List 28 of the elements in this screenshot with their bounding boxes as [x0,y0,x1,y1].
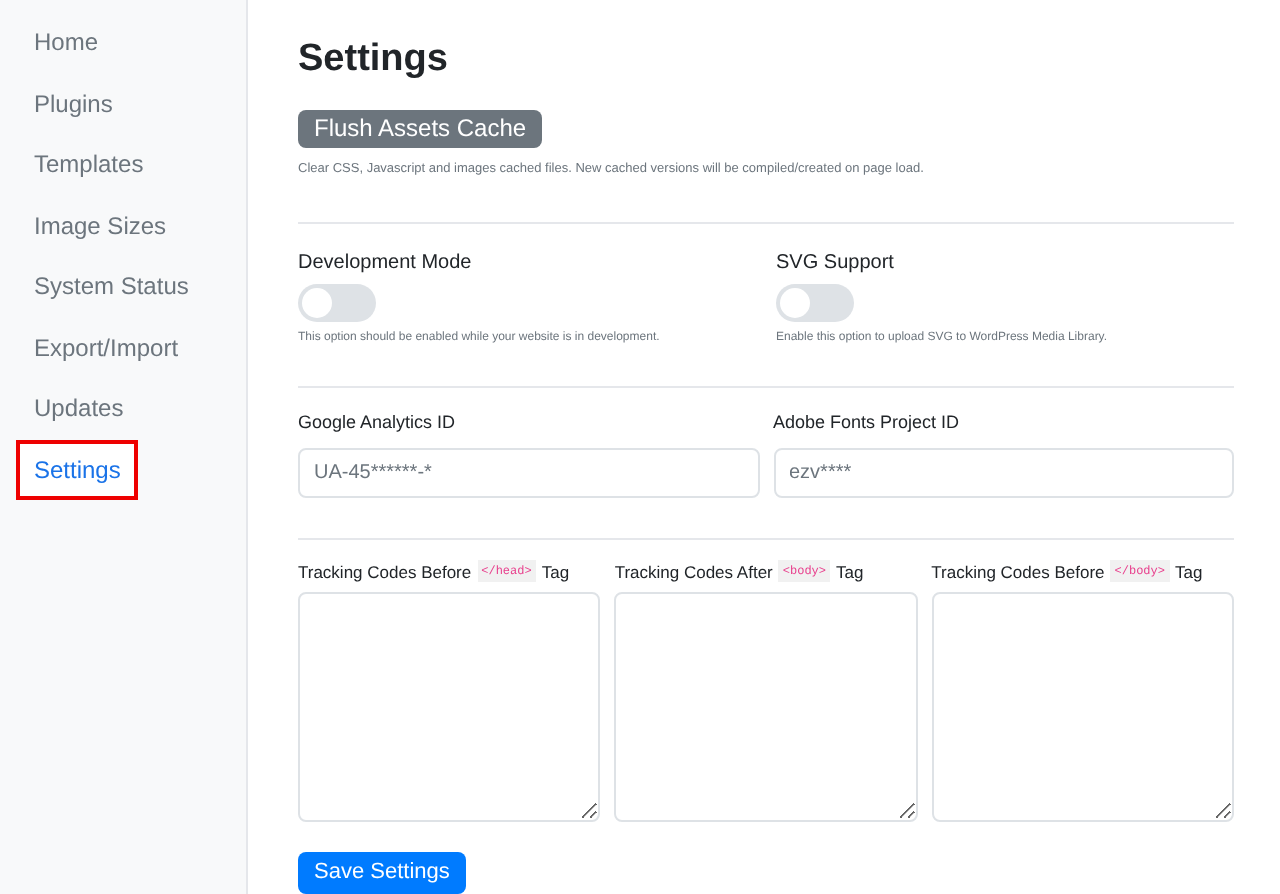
field-label: Tag [836,559,864,585]
page-title: Settings [298,36,450,84]
field-label: Adobe Fonts Project ID [773,410,962,437]
toggle-switch[interactable] [298,284,376,323]
sidebar-item[interactable]: Templates [16,134,162,195]
sidebar-item[interactable]: Home [16,12,117,73]
code-textarea[interactable] [931,592,1234,823]
field-label: Tag [541,559,570,585]
sidebar-item[interactable]: Export/Import [16,317,197,378]
sidebar-item[interactable]: Settings [16,439,139,500]
code-textarea[interactable] [298,592,601,823]
save-settings-button[interactable]: Save Settings [298,852,466,894]
field-label: Tracking Codes Before [931,559,1105,585]
toggle-switch[interactable] [776,284,854,323]
sidebar-item[interactable]: Plugins [16,73,131,134]
field-label: Tracking Codes Before [298,559,472,585]
input-field[interactable]: ezv**** [773,447,1234,498]
toggle-label: Development Mode [298,250,474,279]
field-label: Tracking Codes After [614,559,773,585]
sidebar-item[interactable]: Updates [16,378,142,439]
input-field[interactable]: UA-45******-* [298,447,759,498]
field-label: Tag [1175,559,1203,585]
sidebar-item[interactable]: Image Sizes [16,195,185,256]
code-textarea[interactable] [614,592,918,823]
flush-cache-button[interactable]: Flush Assets Cache [298,109,543,149]
toggle-label: SVG Support [776,250,896,279]
field-label: Google Analytics ID [298,410,458,437]
sidebar-item[interactable]: System Status [16,256,207,317]
